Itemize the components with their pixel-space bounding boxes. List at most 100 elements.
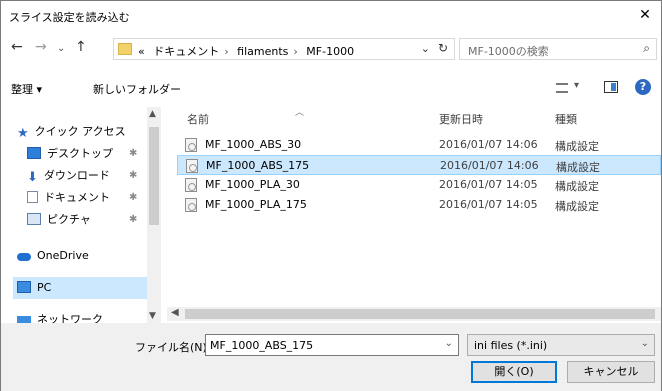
scroll-left-icon[interactable]: ◀ xyxy=(171,307,179,318)
table-row-selected[interactable]: MF_1000_ABS_175 2016/01/07 14:06 構成設定 xyxy=(177,155,661,175)
config-file-icon xyxy=(185,178,197,192)
scrollbar-thumb[interactable] xyxy=(185,309,655,319)
sidebar-item-quick-access[interactable]: ★ クイック アクセス xyxy=(17,121,157,143)
filename-label: ファイル名(N): xyxy=(135,341,211,354)
column-header-date[interactable]: 更新日時 xyxy=(439,111,483,127)
file-type: 構成設定 xyxy=(555,200,599,213)
file-type-select[interactable]: ini files (*.ini) ⌄ xyxy=(467,334,655,356)
sidebar-item-label: PC xyxy=(37,281,52,294)
document-icon xyxy=(27,191,38,203)
sidebar-item-label: クイック アクセス xyxy=(34,125,126,138)
scrollbar-thumb[interactable] xyxy=(149,127,159,225)
help-icon[interactable]: ? xyxy=(635,79,651,95)
folder-icon xyxy=(118,43,132,55)
pc-icon xyxy=(17,281,31,293)
config-file-icon xyxy=(185,198,197,212)
sidebar-item-pictures[interactable]: ピクチャ ✱ xyxy=(27,209,163,231)
file-list-horizontal-scrollbar[interactable]: ◀ xyxy=(167,307,661,321)
breadcrumb-separator-icon: › xyxy=(293,45,298,58)
file-type-value: ini files (*.ini) xyxy=(474,339,548,352)
chevron-down-icon[interactable]: ⌄ xyxy=(421,42,430,55)
filename-combobox[interactable]: ⌄ xyxy=(205,334,459,356)
search-box[interactable]: MF-1000の検索 ⌕ xyxy=(459,38,657,60)
file-date: 2016/01/07 14:05 xyxy=(439,198,538,211)
sidebar-item-desktop[interactable]: デスクトップ ✱ xyxy=(27,143,163,165)
scroll-down-icon[interactable]: ▼ xyxy=(149,311,156,321)
dialog-footer: ファイル名(N): ⌄ ini files (*.ini) ⌄ 開く(O) キャ… xyxy=(1,323,661,391)
navigation-bar: ← → ⌄ ↑ « ドキュメント › filaments › MF-1000 ⌄ ↻… xyxy=(1,33,661,63)
sidebar-item-network[interactable]: ネットワーク xyxy=(17,309,157,323)
breadcrumb-documents[interactable]: ドキュメント xyxy=(153,45,219,58)
config-file-icon xyxy=(186,159,198,173)
file-date: 2016/01/07 14:06 xyxy=(439,138,538,151)
sidebar-item-label: デスクトップ xyxy=(47,147,113,160)
scroll-up-icon[interactable]: ▲ xyxy=(149,109,156,119)
up-arrow-icon[interactable]: ↑ xyxy=(75,39,87,55)
file-date: 2016/01/07 14:06 xyxy=(440,159,539,172)
breadcrumb: « ドキュメント › filaments › MF-1000 xyxy=(138,43,359,59)
close-icon[interactable]: ✕ xyxy=(635,5,655,25)
pin-icon[interactable]: ✱ xyxy=(129,187,137,209)
file-name: MF_1000_ABS_30 xyxy=(205,138,302,151)
new-folder-button[interactable]: 新しいフォルダー xyxy=(93,81,181,97)
recent-locations-icon[interactable]: ⌄ xyxy=(57,41,65,57)
sidebar-item-label: ドキュメント xyxy=(44,191,110,204)
download-icon: ⬇ xyxy=(27,170,38,185)
sidebar-item-label: ピクチャ xyxy=(47,213,91,226)
sidebar-item-label: ダウンロード xyxy=(43,169,110,182)
preview-pane-icon[interactable] xyxy=(604,81,618,93)
sidebar-item-onedrive[interactable]: OneDrive xyxy=(17,245,157,267)
sidebar-item-documents[interactable]: ドキュメント ✱ xyxy=(27,187,163,209)
desktop-icon xyxy=(27,147,41,159)
config-file-icon xyxy=(185,138,197,152)
forward-arrow-icon[interactable]: → xyxy=(35,39,47,55)
sidebar-item-label: OneDrive xyxy=(37,249,89,262)
chevron-down-icon[interactable]: ⌄ xyxy=(445,338,453,349)
address-bar[interactable]: « ドキュメント › filaments › MF-1000 ⌄ ↻ xyxy=(113,38,455,60)
file-type: 構成設定 xyxy=(555,180,599,193)
back-arrow-icon[interactable]: ← xyxy=(11,39,23,55)
cloud-icon xyxy=(17,253,31,261)
title-bar: スライス設定を読み込む ✕ xyxy=(1,1,661,31)
sidebar-item-downloads[interactable]: ⬇ ダウンロード ✱ xyxy=(27,165,163,187)
organize-button[interactable]: 整理 ▾ xyxy=(11,81,42,97)
breadcrumb-overflow[interactable]: « xyxy=(138,45,145,58)
pin-icon[interactable]: ✱ xyxy=(129,143,137,165)
column-header-name[interactable]: 名前 xyxy=(187,111,209,127)
open-dialog: スライス設定を読み込む ✕ ← → ⌄ ↑ « ドキュメント › filament… xyxy=(0,0,662,391)
file-name: MF_1000_ABS_175 xyxy=(206,159,310,172)
view-options-icon[interactable] xyxy=(556,83,568,93)
navigation-pane: ★ クイック アクセス デスクトップ ✱ ⬇ ダウンロード ✱ ドキュメント ✱ ピ… xyxy=(1,107,163,323)
search-placeholder: MF-1000の検索 xyxy=(468,45,549,58)
chevron-down-icon[interactable]: ⌄ xyxy=(641,338,649,349)
table-row[interactable]: MF_1000_PLA_175 2016/01/07 14:05 構成設定 xyxy=(177,195,661,215)
file-type: 構成設定 xyxy=(555,140,599,153)
file-name: MF_1000_PLA_30 xyxy=(205,178,300,191)
command-bar: 整理 ▾ 新しいフォルダー ▾ ? xyxy=(1,71,661,101)
table-row[interactable]: MF_1000_PLA_30 2016/01/07 14:05 構成設定 xyxy=(177,175,661,195)
navigation-pane-scrollbar[interactable]: ▲ ▼ xyxy=(147,107,161,323)
table-row[interactable]: MF_1000_ABS_30 2016/01/07 14:06 構成設定 xyxy=(177,135,661,155)
breadcrumb-mf1000[interactable]: MF-1000 xyxy=(306,45,354,58)
breadcrumb-filaments[interactable]: filaments xyxy=(237,45,288,58)
cancel-button[interactable]: キャンセル xyxy=(567,361,655,383)
pin-icon[interactable]: ✱ xyxy=(129,209,137,231)
file-type: 構成設定 xyxy=(556,161,600,174)
dialog-title: スライス設定を読み込む xyxy=(9,11,130,24)
filename-input[interactable] xyxy=(210,336,438,354)
pictures-icon xyxy=(27,213,41,225)
network-icon xyxy=(17,316,31,323)
pin-icon[interactable]: ✱ xyxy=(129,165,137,187)
sort-ascending-icon: ︿ xyxy=(295,108,305,118)
refresh-icon[interactable]: ↻ xyxy=(438,41,448,55)
column-header-type[interactable]: 種類 xyxy=(555,111,577,127)
chevron-down-icon[interactable]: ▾ xyxy=(574,80,579,91)
search-icon[interactable]: ⌕ xyxy=(643,41,650,56)
sidebar-item-pc[interactable]: PC xyxy=(13,277,149,299)
breadcrumb-separator-icon: › xyxy=(224,45,229,58)
file-name: MF_1000_PLA_175 xyxy=(205,198,307,211)
star-icon: ★ xyxy=(17,126,29,141)
sidebar-item-label: ネットワーク xyxy=(37,313,103,323)
file-date: 2016/01/07 14:05 xyxy=(439,178,538,191)
open-button[interactable]: 開く(O) xyxy=(471,361,557,383)
